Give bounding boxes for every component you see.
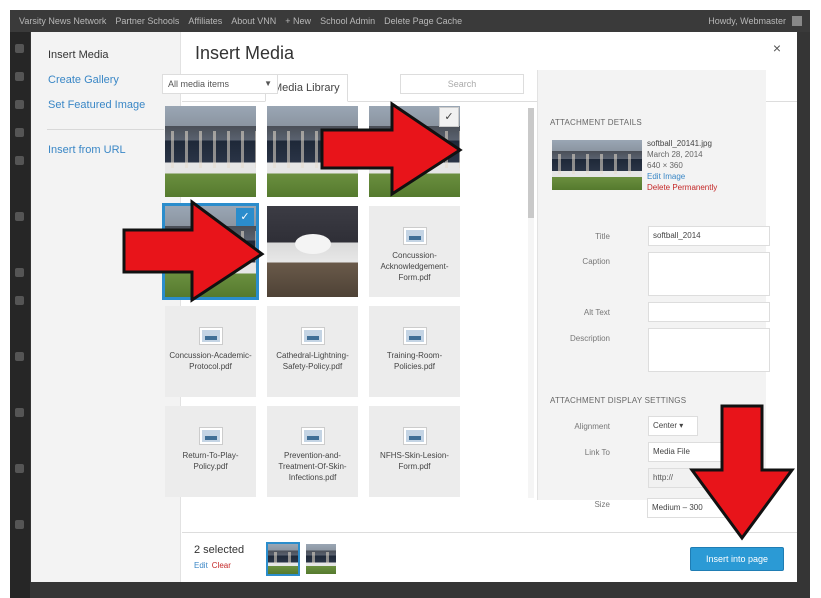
admin-bar-account[interactable]: Howdy, Webmaster (699, 16, 802, 26)
attachment-photo[interactable] (165, 106, 256, 197)
attachment-photo[interactable] (267, 206, 358, 297)
description-label: Description (569, 334, 610, 343)
attachment-filename: Prevention-and-Treatment-Of-Skin-Infecti… (278, 451, 347, 482)
scrollbar-thumb[interactable] (528, 108, 534, 218)
menu-insert-from-url[interactable]: Insert from URL (48, 144, 126, 156)
attachment-filename: Return-To-Play-Policy.pdf (182, 451, 239, 471)
selected-thumbnail[interactable] (306, 544, 336, 574)
menu-separator (47, 129, 164, 130)
attachment-document[interactable]: Concussion-Acknowledgement-Form.pdf (369, 206, 460, 297)
media-filter-value: All media items (168, 79, 230, 89)
media-icon[interactable] (15, 100, 24, 109)
annotation-arrow-right-top (320, 101, 463, 197)
alt-text-label: Alt Text (583, 308, 610, 317)
description-field[interactable] (648, 328, 770, 372)
attachment-filename: softball_20141.jpg (647, 139, 712, 148)
media-menu: Insert Media Create Gallery Set Featured… (31, 32, 181, 582)
annotation-arrow-right-mid (122, 199, 265, 303)
document-icon (403, 428, 426, 444)
attachment-document[interactable]: Concussion-Academic-Protocol.pdf (165, 306, 256, 397)
alignment-label: Alignment (574, 422, 610, 431)
attachment-meta: softball_20141.jpg March 28, 2014 640 × … (647, 138, 717, 193)
close-icon[interactable]: × (773, 40, 781, 56)
admin-bar-item[interactable]: School Admin (320, 16, 375, 26)
menu-create-gallery[interactable]: Create Gallery (48, 74, 119, 86)
menu-insert-media[interactable]: Insert Media (48, 49, 109, 61)
plugins-icon[interactable] (15, 268, 24, 277)
selected-thumbnail[interactable] (266, 542, 300, 576)
insert-into-page-button[interactable]: Insert into page (690, 547, 784, 571)
attachment-document[interactable]: Cathedral-Lightning-Safety-Policy.pdf (267, 306, 358, 397)
caption-field[interactable] (648, 252, 770, 296)
comments-icon[interactable] (15, 156, 24, 165)
attachment-filename: Concussion-Acknowledgement-Form.pdf (380, 251, 449, 282)
admin-bar: Varsity News Network Partner Schools Affil… (10, 10, 810, 32)
posts-icon[interactable] (15, 72, 24, 81)
title-field[interactable]: softball_2014 (648, 226, 770, 246)
tools-icon[interactable] (15, 352, 24, 361)
admin-bar-item[interactable]: + New (285, 16, 311, 26)
admin-bar-item[interactable]: Varsity News Network (19, 16, 106, 26)
admin-sidebar (10, 32, 30, 598)
collapse-icon[interactable] (15, 464, 24, 473)
users-icon[interactable] (15, 296, 24, 305)
greeting: Howdy, Webmaster (708, 16, 786, 26)
attachment-image (267, 206, 358, 297)
alignment-value: Center (653, 421, 678, 430)
link-to-label: Link To (584, 448, 610, 457)
menu-set-featured-image[interactable]: Set Featured Image (48, 99, 145, 111)
size-label: Size (594, 500, 610, 509)
settings-icon[interactable] (15, 408, 24, 417)
delete-permanently-link[interactable]: Delete Permanently (647, 182, 717, 193)
grid-scrollbar[interactable] (528, 108, 534, 498)
modal-title: Insert Media (195, 43, 295, 63)
document-icon (199, 428, 222, 444)
caption-label: Caption (582, 257, 610, 266)
pages-icon[interactable] (15, 128, 24, 137)
attachment-filename: NFHS-Skin-Lesion-Form.pdf (380, 451, 449, 471)
attachment-document[interactable]: Prevention-and-Treatment-Of-Skin-Infecti… (267, 406, 358, 497)
attachment-details-heading: ATTACHMENT DETAILS (550, 118, 642, 127)
selection-links: Edit Clear (194, 561, 231, 570)
avatar (792, 16, 802, 26)
search-input[interactable]: Search (400, 74, 524, 94)
alt-text-field[interactable] (648, 302, 770, 322)
admin-bar-item[interactable]: Affiliates (188, 16, 222, 26)
dashboard-icon[interactable] (15, 44, 24, 53)
attachment-dimensions: 640 × 360 (647, 161, 683, 170)
attachment-document[interactable]: Return-To-Play-Policy.pdf (165, 406, 256, 497)
clear-selection-link[interactable]: Clear (212, 561, 231, 570)
attachment-filename: Training-Room-Policies.pdf (386, 351, 443, 371)
attachment-thumbnail (552, 140, 642, 190)
admin-bar-item[interactable]: Delete Page Cache (384, 16, 462, 26)
attachment-date: March 28, 2014 (647, 150, 703, 159)
appearance-icon[interactable] (15, 212, 24, 221)
attachment-filename: Cathedral-Lightning-Safety-Policy.pdf (276, 351, 349, 371)
title-label: Title (595, 232, 610, 241)
dropdown-arrow-icon: ▼ (264, 79, 272, 88)
media-filter-select[interactable]: All media items ▼ (162, 74, 278, 94)
edit-image-link[interactable]: Edit Image (647, 171, 717, 182)
selection-count: 2 selected (194, 544, 245, 556)
display-settings-heading: ATTACHMENT DISPLAY SETTINGS (550, 396, 687, 405)
extra-icon[interactable] (15, 520, 24, 529)
admin-bar-item[interactable]: About VNN (231, 16, 276, 26)
annotation-arrow-down (689, 404, 795, 541)
edit-selection-link[interactable]: Edit (194, 561, 208, 570)
document-icon (403, 228, 426, 244)
admin-bar-item[interactable]: Partner Schools (115, 16, 179, 26)
document-icon (199, 328, 222, 344)
attachment-document[interactable]: NFHS-Skin-Lesion-Form.pdf (369, 406, 460, 497)
document-icon (403, 328, 426, 344)
attachment-document[interactable]: Training-Room-Policies.pdf (369, 306, 460, 397)
attachment-filename: Concussion-Academic-Protocol.pdf (169, 351, 252, 371)
attachment-image (165, 106, 256, 197)
document-icon (301, 328, 324, 344)
document-icon (301, 428, 324, 444)
